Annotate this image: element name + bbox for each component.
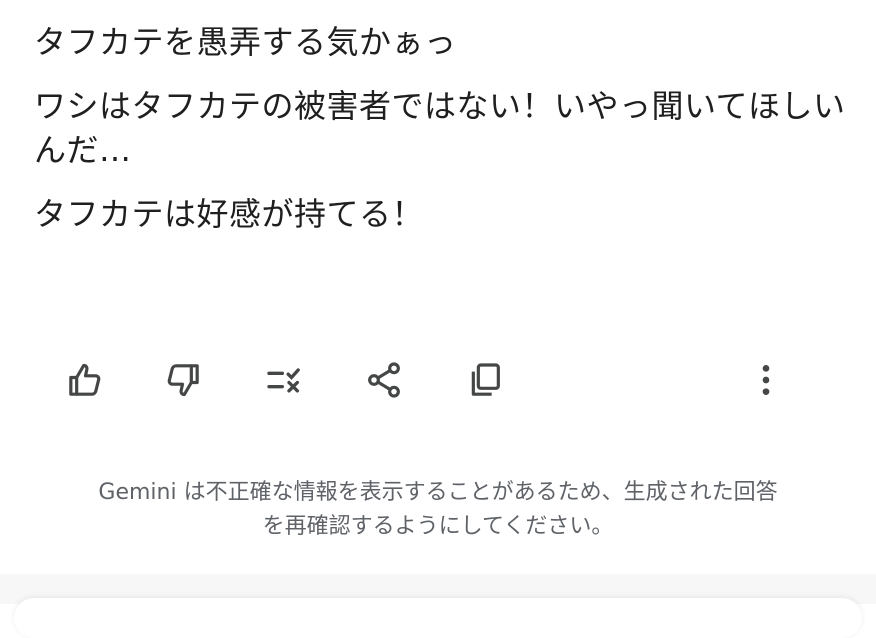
- copy-icon: [471, 363, 500, 396]
- response-paragraph: タフカテは好感が持てる！: [34, 195, 425, 233]
- disclaimer-line: Gemini は不正確な情報を表示することがあるため、生成された回答: [98, 480, 778, 505]
- thumb-down-icon: [167, 364, 199, 397]
- prompt-input-card[interactable]: [14, 598, 862, 638]
- bad-response-button[interactable]: [161, 358, 205, 402]
- good-response-button[interactable]: [63, 358, 107, 402]
- response-paragraph: ワシはタフカテの被害者ではない！いやっ聞いてほしいんだ…: [34, 87, 846, 169]
- more-options-button[interactable]: [744, 358, 788, 402]
- share-icon: [368, 362, 400, 398]
- double-check-button[interactable]: [262, 358, 306, 402]
- copy-button[interactable]: [463, 358, 507, 402]
- response-paragraph: タフカテを愚弄する気かぁっ: [34, 23, 457, 61]
- disclaimer-line: を再確認するようにしてください。: [262, 514, 614, 539]
- disclaimer-text: Gemini は不正確な情報を表示することがあるため、生成された回答 を再確認す…: [0, 476, 876, 544]
- double-check-icon: [267, 368, 300, 393]
- response-message: タフカテを愚弄する気かぁっ ワシはタフカテの被害者ではない！いやっ聞いてほしいん…: [34, 20, 849, 256]
- share-button[interactable]: [362, 358, 406, 402]
- more-vert-icon: [762, 365, 770, 395]
- response-actions-bar: [0, 352, 876, 408]
- thumb-up-icon: [69, 363, 101, 396]
